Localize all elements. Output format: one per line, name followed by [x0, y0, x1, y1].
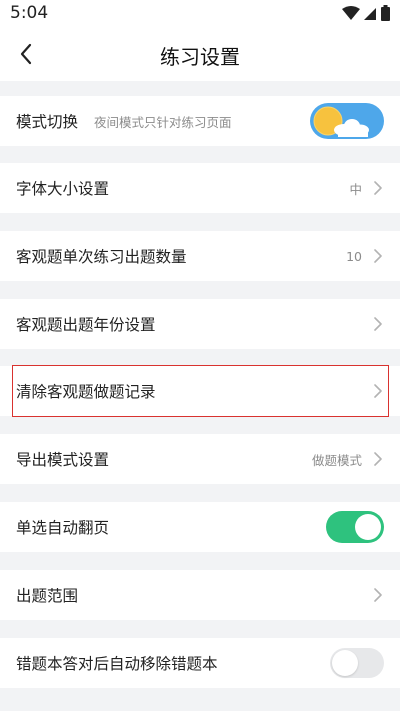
setting-row-auto-remove-wrong: 错题本答对后自动移除错题本	[0, 638, 400, 688]
export-mode-label: 导出模式设置	[16, 451, 110, 469]
toggle-knob	[355, 514, 381, 540]
toggle-knob	[332, 650, 358, 676]
mode-switch-label: 模式切换	[16, 113, 79, 131]
objective-year-label: 客观题出题年份设置	[16, 316, 156, 334]
status-icons	[342, 5, 390, 21]
status-bar: 5:04	[0, 0, 400, 28]
font-size-value: 中	[349, 181, 362, 197]
objective-count-value: 10	[346, 248, 362, 264]
status-time: 5:04	[10, 3, 49, 23]
auto-page-toggle[interactable]	[326, 511, 384, 543]
day-night-toggle[interactable]	[310, 103, 384, 139]
auto-page-label: 单选自动翻页	[16, 519, 110, 537]
highlight-box	[12, 365, 389, 417]
setting-row-font-size[interactable]: 字体大小设置 中	[0, 163, 400, 213]
setting-row-objective-count[interactable]: 客观题单次练习出题数量 10	[0, 231, 400, 281]
export-mode-value: 做题模式	[311, 452, 362, 468]
objective-count-label: 客观题单次练习出题数量	[16, 248, 187, 266]
question-scope-label: 出题范围	[16, 587, 79, 605]
battery-icon	[381, 5, 390, 21]
font-size-label: 字体大小设置	[16, 180, 110, 198]
setting-row-export-mode[interactable]: 导出模式设置 做题模式	[0, 434, 400, 484]
setting-row-mode-switch: 模式切换 夜间模式只针对练习页面	[0, 96, 400, 146]
chevron-right-icon	[374, 452, 382, 466]
setting-row-auto-page: 单选自动翻页	[0, 502, 400, 552]
mode-switch-description: 夜间模式只针对练习页面	[94, 114, 232, 130]
wifi-icon	[342, 5, 360, 20]
setting-row-objective-year[interactable]: 客观题出题年份设置	[0, 299, 400, 349]
signal-icon	[364, 7, 376, 20]
page-title: 练习设置	[160, 45, 240, 69]
chevron-right-icon	[374, 588, 382, 602]
auto-remove-wrong-label: 错题本答对后自动移除错题本	[16, 655, 218, 673]
setting-row-question-scope[interactable]: 出题范围	[0, 570, 400, 620]
chevron-right-icon	[374, 317, 382, 331]
chevron-right-icon	[374, 181, 382, 195]
chevron-right-icon	[374, 249, 382, 263]
nav-bar: 练习设置	[0, 28, 400, 81]
auto-remove-wrong-toggle[interactable]	[330, 648, 384, 678]
